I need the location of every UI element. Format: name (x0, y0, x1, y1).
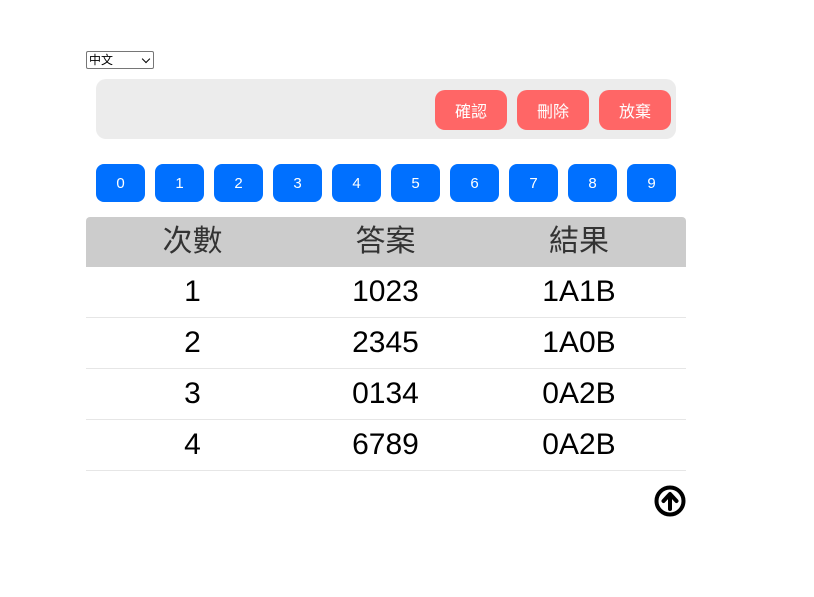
digit-button-8[interactable]: 8 (568, 164, 617, 202)
digit-button-5[interactable]: 5 (391, 164, 440, 202)
delete-button[interactable]: 刪除 (517, 90, 589, 130)
language-select[interactable]: 中文 (86, 51, 154, 69)
digit-button-0[interactable]: 0 (96, 164, 145, 202)
cell-answer: 1023 (352, 275, 419, 308)
cell-count: 1 (184, 275, 201, 308)
cell-result: 0A2B (542, 428, 616, 461)
table-row: 3 0134 0A2B (86, 369, 686, 420)
digit-button-2[interactable]: 2 (214, 164, 263, 202)
guess-history-table: 次數 答案 結果 1 1023 1A1B 2 2345 1A0B 3 0134 … (86, 217, 686, 471)
cell-count: 2 (184, 326, 201, 359)
cell-answer: 0134 (352, 377, 419, 410)
cell-result: 1A0B (542, 326, 616, 359)
cell-count: 4 (184, 428, 201, 461)
give-up-button[interactable]: 放棄 (599, 90, 671, 130)
scroll-to-top-button[interactable] (654, 485, 686, 517)
chevron-down-icon (139, 52, 151, 68)
cell-result: 1A1B (542, 275, 616, 308)
digit-button-6[interactable]: 6 (450, 164, 499, 202)
digit-button-3[interactable]: 3 (273, 164, 322, 202)
digit-button-4[interactable]: 4 (332, 164, 381, 202)
arrow-up-circle-icon (654, 485, 686, 517)
header-answer: 答案 (355, 225, 416, 258)
digit-button-9[interactable]: 9 (627, 164, 676, 202)
guess-input-bar: 確認 刪除 放棄 (96, 79, 676, 139)
language-select-value: 中文 (89, 53, 114, 67)
header-count: 次數 (162, 225, 223, 258)
cell-answer: 2345 (352, 326, 419, 359)
table-row: 4 6789 0A2B (86, 420, 686, 471)
table-row: 2 2345 1A0B (86, 318, 686, 369)
header-result: 結果 (549, 225, 609, 258)
table-header-row: 次數 答案 結果 (86, 217, 686, 267)
digit-keypad: 0 1 2 3 4 5 6 7 8 9 (96, 164, 676, 202)
digit-button-7[interactable]: 7 (509, 164, 558, 202)
digit-button-1[interactable]: 1 (155, 164, 204, 202)
table-row: 1 1023 1A1B (86, 267, 686, 318)
confirm-button[interactable]: 確認 (435, 90, 507, 130)
cell-count: 3 (184, 377, 201, 410)
cell-result: 0A2B (542, 377, 616, 410)
cell-answer: 6789 (352, 428, 419, 461)
